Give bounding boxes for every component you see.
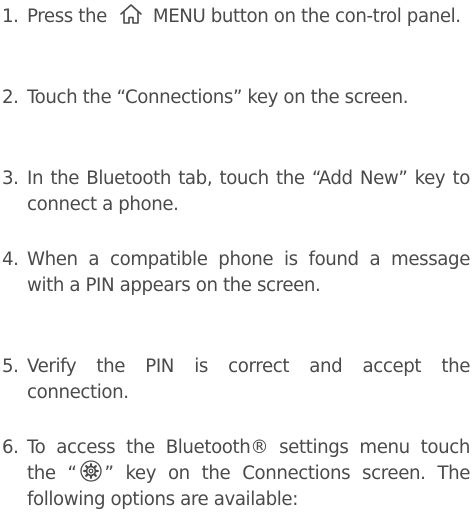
home-icon	[120, 4, 142, 24]
step-text: Press the MENU button on the con-trol pan…	[27, 4, 470, 30]
step-1: 1. Press the MENU button on the con-trol …	[0, 4, 470, 30]
step-text-after-icon: MENU button on the con-trol panel.	[152, 6, 461, 27]
step-number: 3.	[2, 168, 19, 189]
step-number: 4.	[2, 249, 19, 270]
step-number: 6.	[2, 437, 19, 458]
step-6: 6. To access the Bluetooth® settings men…	[0, 435, 470, 513]
settings-gear-icon	[79, 460, 102, 482]
step-number: 5.	[2, 356, 19, 377]
step-3: 3. In the Bluetooth tab, touch the “Add …	[0, 166, 470, 218]
step-4: 4. When a compatible phone is found a me…	[0, 247, 470, 299]
step-number: 2.	[2, 87, 19, 108]
step-text-before-icon: Press the	[27, 6, 107, 27]
instruction-steps: 1. Press the MENU button on the con-trol …	[0, 0, 472, 510]
step-text: Touch the “Connections” key on the scree…	[27, 87, 409, 108]
step-text: To access the Bluetooth® settings menu t…	[27, 435, 470, 513]
step-2: 2. Touch the “Connections” key on the sc…	[0, 85, 470, 111]
step-text: In the Bluetooth tab, touch the “Add New…	[27, 168, 470, 215]
step-5: 5. Verify the PIN is correct and accept …	[0, 354, 470, 406]
step-text: When a compatible phone is found a messa…	[27, 249, 470, 296]
step-number: 1.	[2, 6, 19, 27]
step-text: Verify the PIN is correct and accept the…	[27, 356, 470, 403]
